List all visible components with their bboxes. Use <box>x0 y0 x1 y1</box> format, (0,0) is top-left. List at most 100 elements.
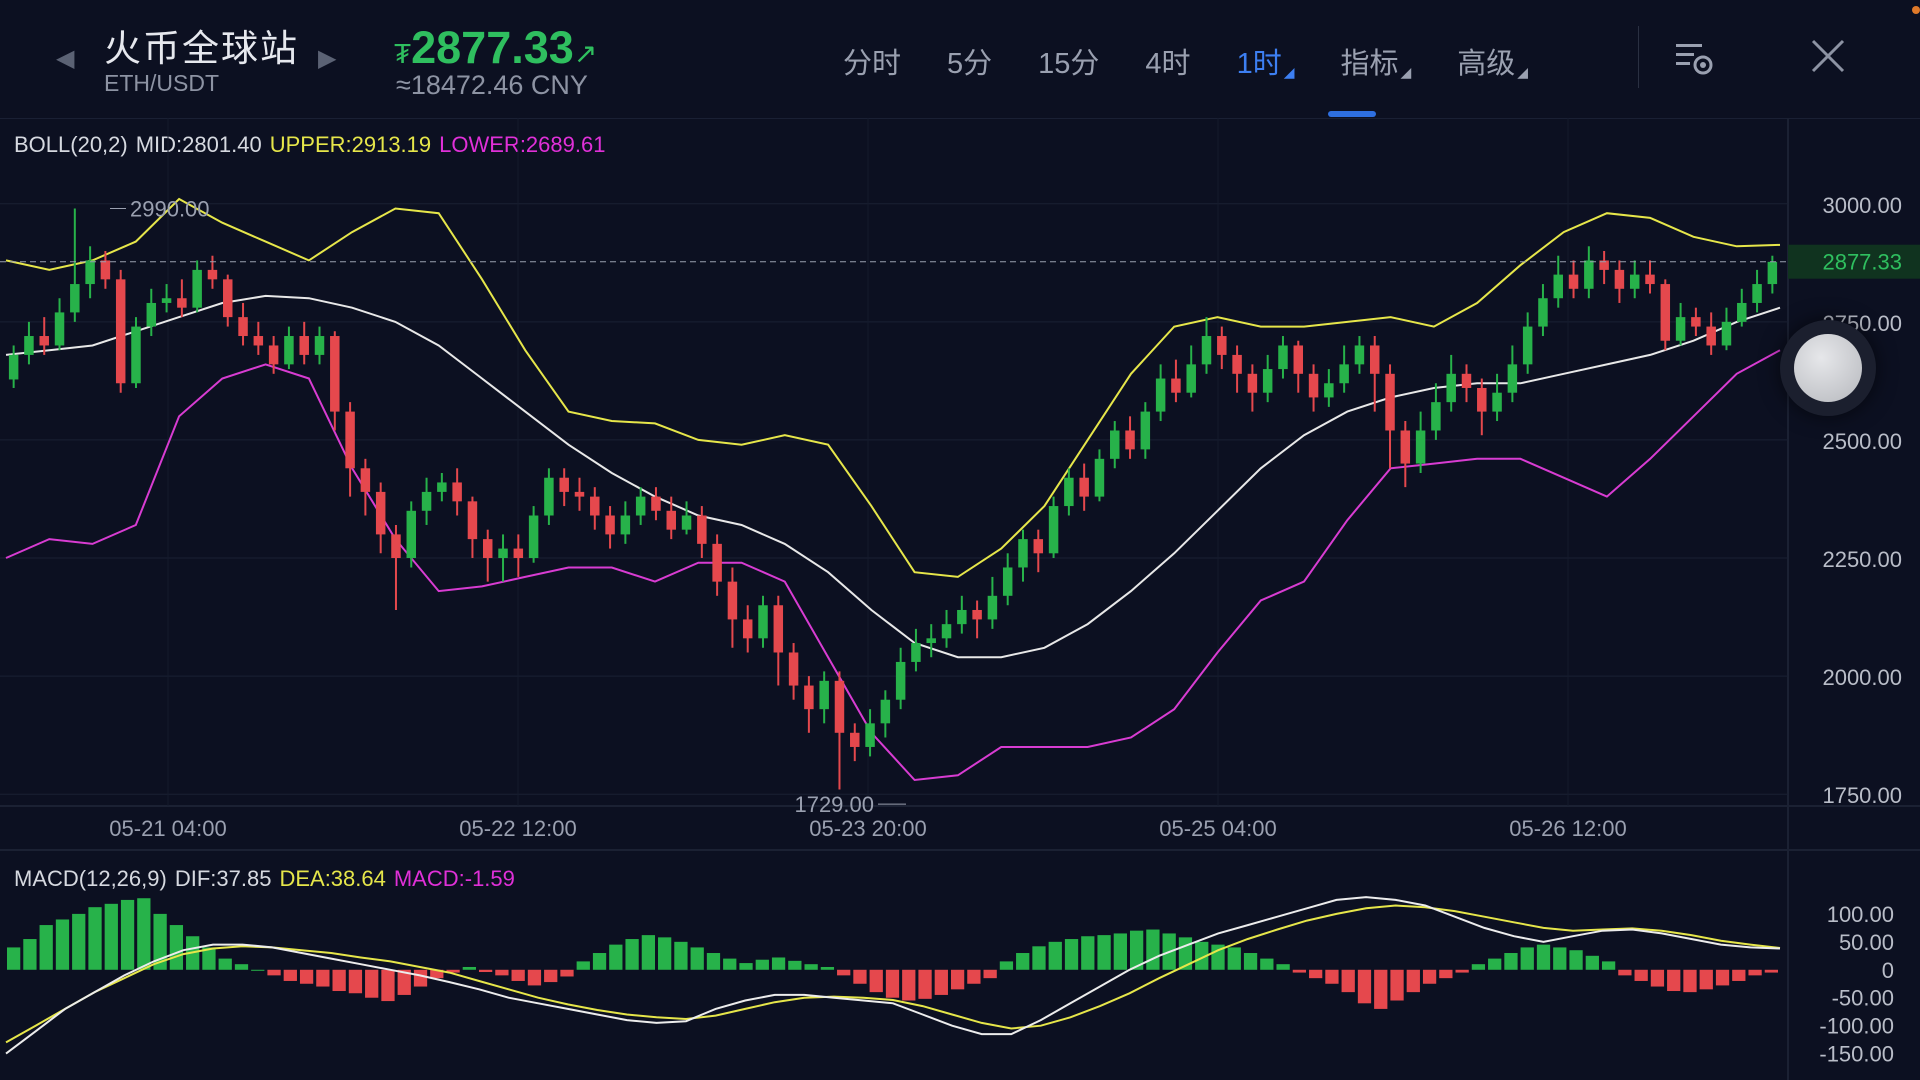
macd-histogram-bar <box>332 969 346 992</box>
macd-histogram-bar <box>55 919 70 970</box>
macd-histogram-bar <box>885 969 900 998</box>
candle-body <box>1752 284 1762 303</box>
macd-histogram-bar <box>23 939 37 970</box>
time-tick-label: 05-22 12:00 <box>459 816 576 841</box>
candle-body <box>788 652 799 686</box>
candle-body <box>314 336 325 355</box>
macd-histogram-bar <box>755 959 769 970</box>
macd-histogram-bar <box>1618 969 1632 976</box>
candle-body <box>1171 378 1181 393</box>
boll-lower-line <box>5 349 1781 782</box>
macd-histogram-bar <box>1439 969 1453 979</box>
candle-body <box>8 354 19 380</box>
candle-body <box>161 298 172 303</box>
candle-body <box>223 279 233 318</box>
candle-body <box>1691 317 1701 327</box>
macd-histogram-bar <box>413 969 428 987</box>
candle-body <box>850 732 860 747</box>
candle-body <box>192 269 202 308</box>
candle-body <box>1369 345 1380 374</box>
macd-histogram-bar <box>804 964 818 970</box>
candle-body <box>1324 383 1334 398</box>
time-tick-label: 05-21 04:00 <box>109 816 226 841</box>
candle-body <box>1217 336 1227 355</box>
macd-tick-label: 100.00 <box>1827 902 1894 927</box>
candle-body <box>590 496 600 516</box>
price-chart[interactable]: 3000.002750.002500.002250.002000.001750.… <box>0 0 1920 1080</box>
candle-body <box>1767 261 1778 285</box>
candle-body <box>605 515 615 535</box>
macd-histogram-bar <box>495 969 509 976</box>
macd-histogram-bar <box>1520 947 1534 970</box>
candle-body <box>1048 506 1059 554</box>
candle-body <box>1721 321 1732 346</box>
macd-histogram-bar <box>1292 969 1307 973</box>
candle-body <box>1737 302 1747 322</box>
candle-body <box>1018 539 1028 568</box>
candle-body <box>666 510 676 530</box>
candle-body <box>880 699 891 724</box>
macd-histogram-bar <box>1536 944 1551 970</box>
candle-body <box>115 279 126 384</box>
macd-histogram-bar <box>137 898 151 970</box>
macd-tick-label: 0 <box>1882 958 1894 983</box>
macd-histogram-bar <box>1081 936 1095 970</box>
candle-body <box>742 619 753 639</box>
candle-body <box>651 496 661 511</box>
floating-assistive-button[interactable] <box>1780 320 1876 416</box>
candle-body <box>911 643 921 662</box>
macd-histogram-bar <box>544 969 558 983</box>
macd-histogram-bar <box>283 969 297 981</box>
macd-histogram-bar <box>576 961 590 970</box>
candle-body <box>1614 269 1625 289</box>
candle-body <box>406 510 417 559</box>
macd-histogram-bar <box>706 953 721 970</box>
candle-body <box>1706 326 1716 346</box>
macd-histogram-bar <box>1243 953 1258 970</box>
macd-histogram-bar <box>560 969 574 977</box>
candle-body <box>70 284 80 313</box>
macd-histogram-bar <box>902 969 916 1001</box>
candle-body <box>360 468 371 492</box>
price-tick-label: 2000.00 <box>1822 665 1902 690</box>
macd-histogram-bar <box>1048 941 1062 970</box>
candle-body <box>1186 364 1196 393</box>
price-tick-label: 1750.00 <box>1822 783 1902 808</box>
candle-body <box>375 491 386 535</box>
candle-body <box>834 680 845 733</box>
high-marker-label: 2990.00 <box>130 196 210 221</box>
candle-body <box>987 595 998 620</box>
macd-tick-label: -150.00 <box>1819 1042 1894 1067</box>
candle-body <box>957 609 967 625</box>
macd-histogram-bar <box>1683 969 1697 993</box>
macd-histogram-bar <box>1260 958 1274 970</box>
candle-body <box>559 477 569 492</box>
candle-body <box>1155 378 1166 412</box>
candle-body <box>100 260 111 280</box>
macd-histogram-bar <box>869 969 883 993</box>
macd-histogram-bar <box>934 969 948 995</box>
candle-body <box>1125 430 1135 450</box>
candle-body <box>926 638 936 644</box>
macd-histogram-bar <box>1667 969 1681 992</box>
macd-histogram-bar <box>967 969 981 984</box>
time-tick-label: 05-23 20:00 <box>809 816 926 841</box>
macd-histogram-bar <box>1488 958 1502 970</box>
macd-histogram-bar <box>1585 955 1599 970</box>
macd-histogram-bar <box>918 969 932 999</box>
price-tick-label: 3000.00 <box>1822 193 1902 218</box>
candle-body <box>1584 260 1594 289</box>
candle-body <box>467 501 478 540</box>
macd-histogram-bar <box>1016 953 1030 970</box>
macd-tick-label: -100.00 <box>1819 1014 1894 1039</box>
candle-body <box>727 581 738 620</box>
time-tick-label: 05-26 12:00 <box>1509 816 1626 841</box>
candle-body <box>1064 477 1074 507</box>
candle-body <box>1522 326 1533 365</box>
macd-histogram-bar <box>218 958 232 970</box>
candle-body <box>1629 274 1640 289</box>
candle-body <box>146 302 157 327</box>
candle-body <box>972 609 982 620</box>
macd-histogram-bar <box>853 969 867 984</box>
macd-histogram-bar <box>1146 929 1160 970</box>
